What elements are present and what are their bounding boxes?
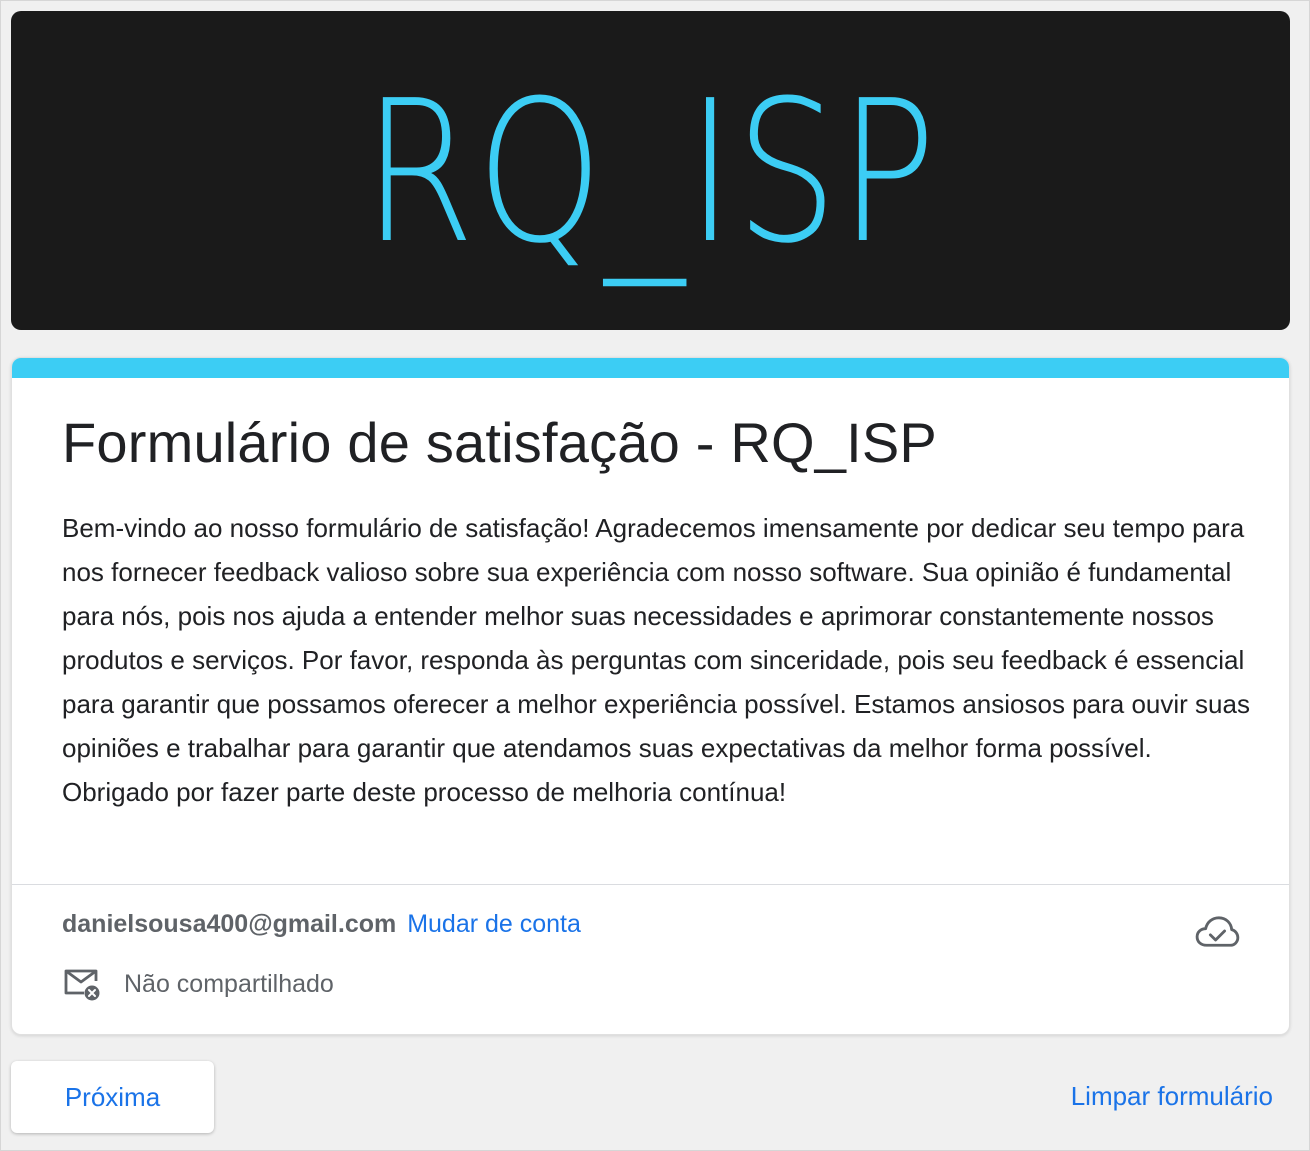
form-header-card: Formulário de satisfação - RQ_ISP Bem-vi… <box>11 357 1290 1035</box>
cloud-check-icon <box>1195 916 1240 947</box>
form-title: Formulário de satisfação - RQ_ISP <box>62 411 937 474</box>
divider <box>12 884 1289 885</box>
next-button[interactable]: Próxima <box>11 1061 214 1133</box>
share-status-text: Não compartilhado <box>124 969 334 998</box>
switch-account-link[interactable]: Mudar de conta <box>407 910 581 938</box>
share-status-row: Não compartilhado <box>62 966 334 1002</box>
mail-off-icon <box>64 969 100 1001</box>
header-banner: RQ_ISP <box>11 11 1290 330</box>
card-accent-bar <box>12 358 1289 378</box>
form-description: Bem-vindo ao nosso formulário de satisfa… <box>62 513 1250 807</box>
account-email: danielsousa400@gmail.com <box>62 910 397 938</box>
banner-logo: RQ_ISP <box>363 58 938 287</box>
account-row: danielsousa400@gmail.com Mudar de conta <box>62 910 581 939</box>
clear-form-link[interactable]: Limpar formulário <box>1071 1081 1273 1112</box>
